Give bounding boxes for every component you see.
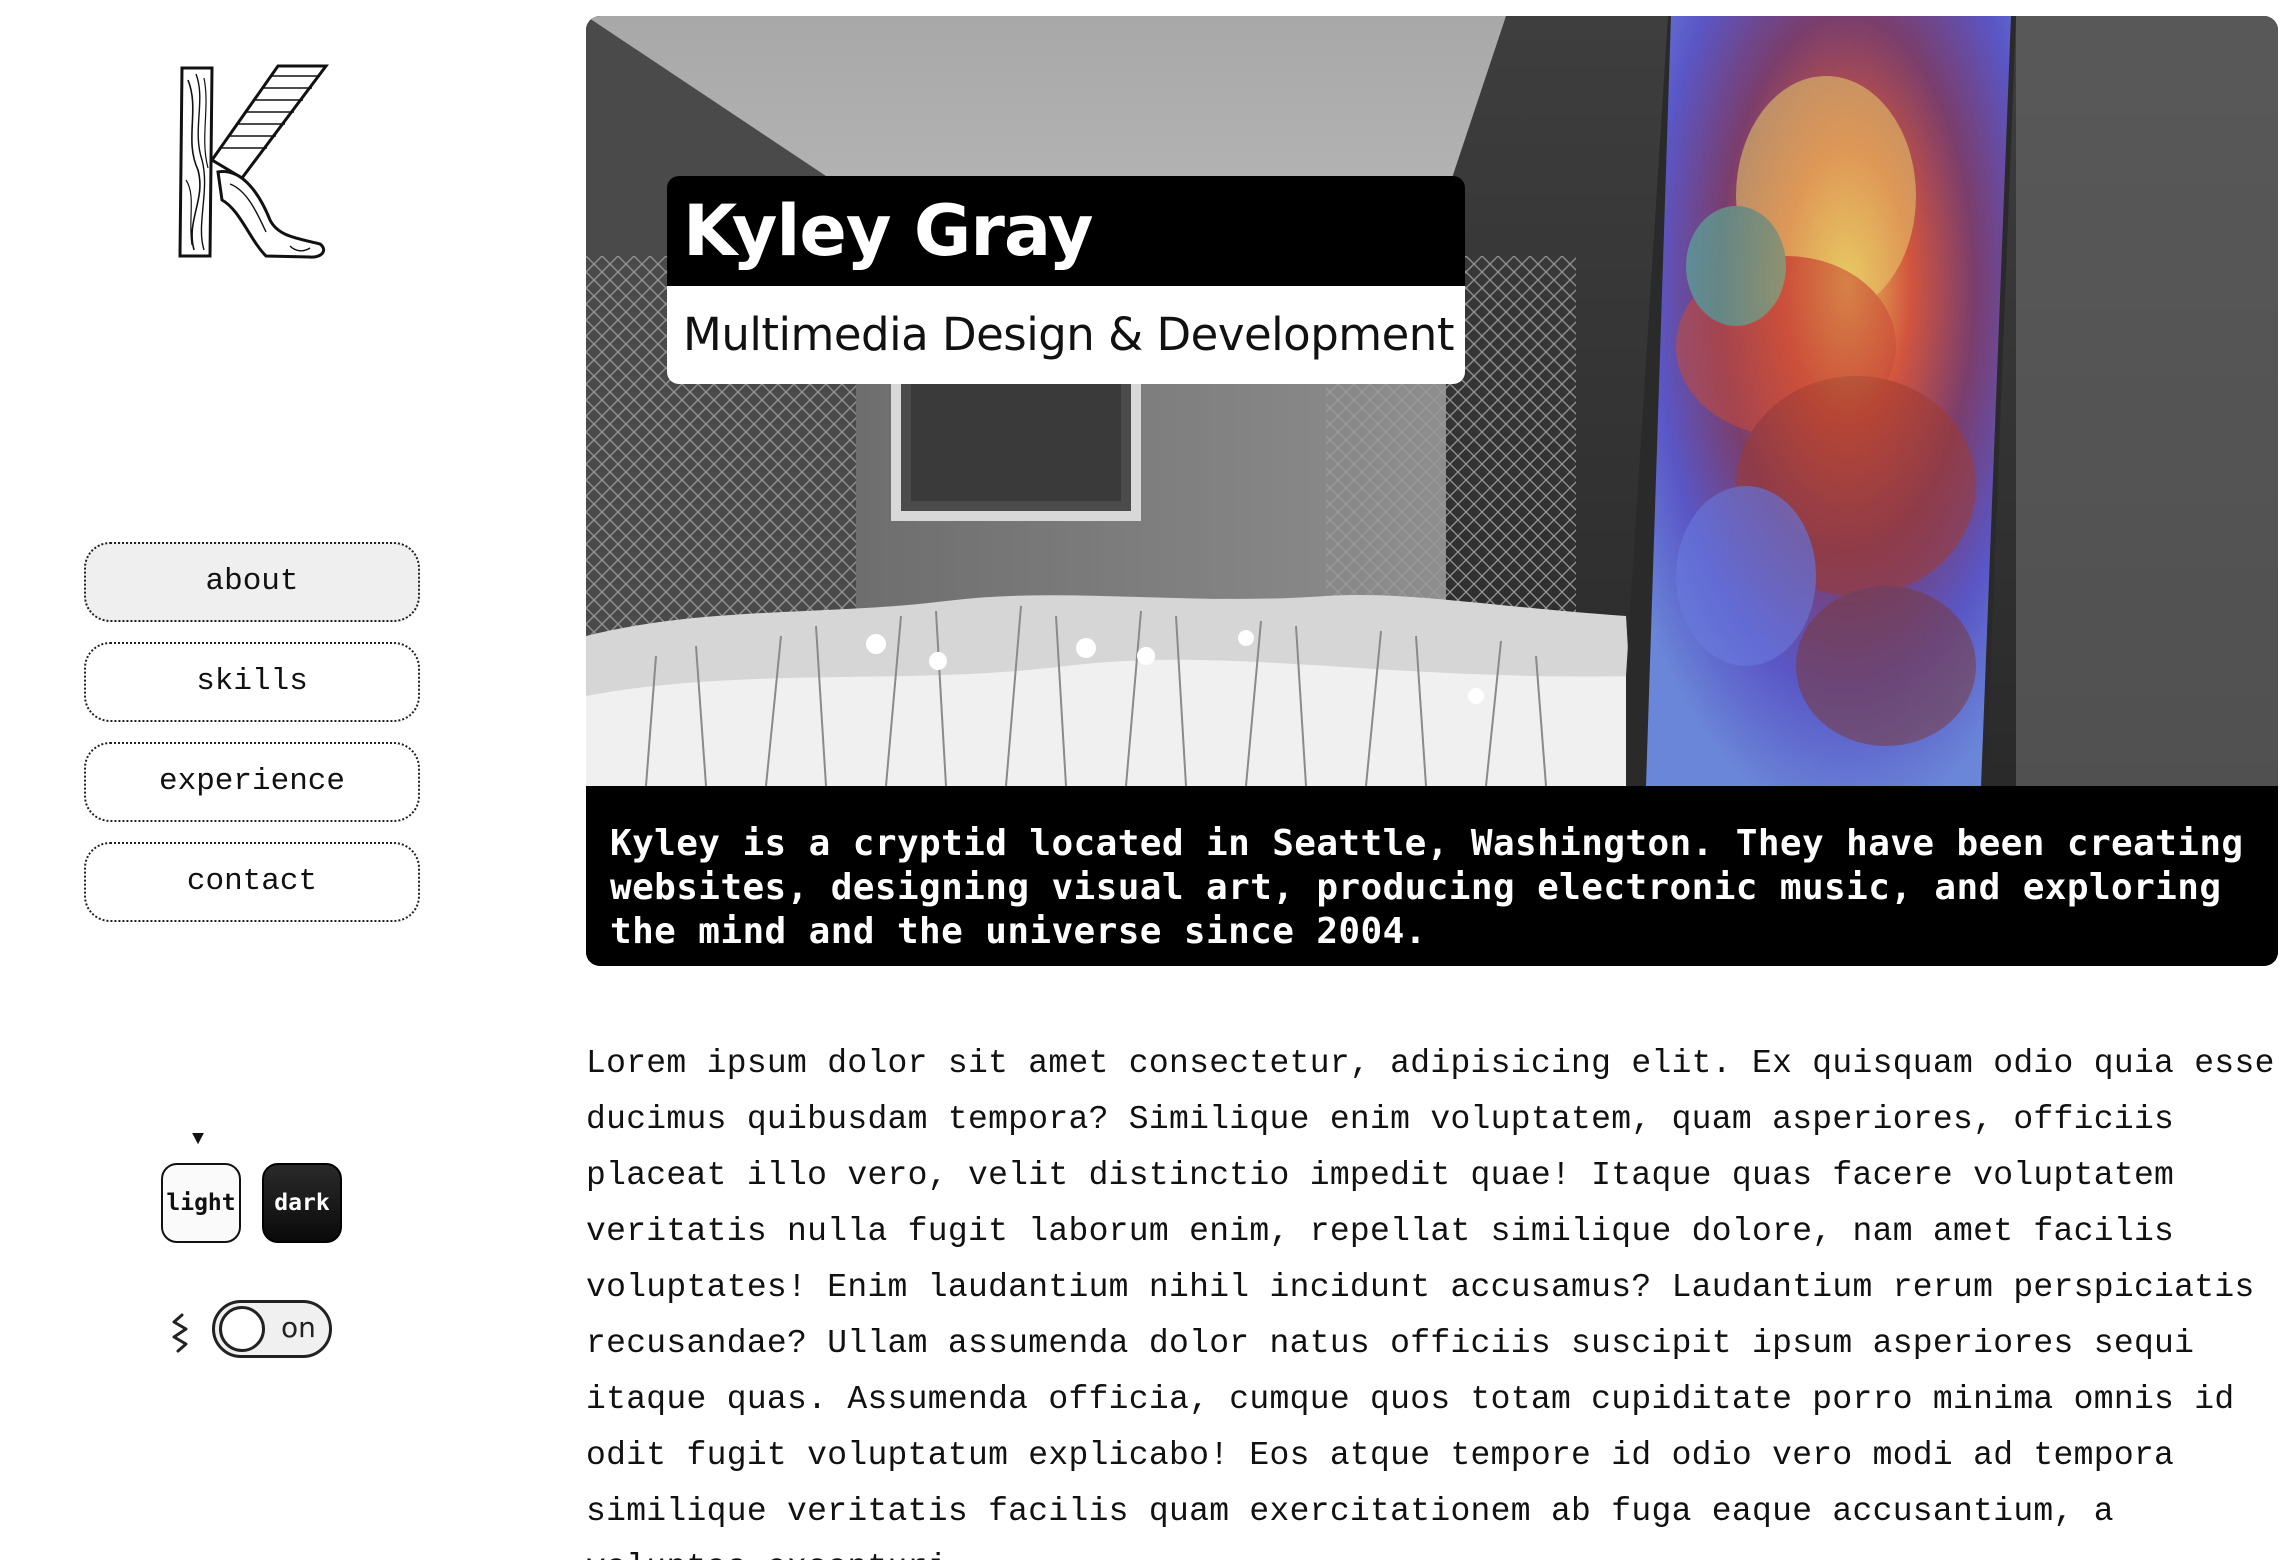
toggle-label: on — [281, 1311, 316, 1344]
hero-subtitle: Multimedia Design & Development — [667, 286, 1465, 384]
squiggle-icon — [172, 1313, 188, 1353]
motion-toggle[interactable]: on — [212, 1300, 332, 1358]
nav-item-skills[interactable]: skills — [84, 642, 420, 722]
hero-title-card: Kyley Gray Multimedia Design & Developme… — [667, 176, 1465, 384]
hero-banner: Kyley Gray Multimedia Design & Developme… — [586, 16, 2278, 966]
theme-selected-indicator-icon: ▼ — [192, 1128, 205, 1151]
about-paragraph: Lorem ipsum dolor sit amet consectetur, … — [586, 1045, 2275, 1560]
hero-name: Kyley Gray — [667, 176, 1465, 286]
nav-item-about[interactable]: about — [84, 542, 420, 622]
k-logo[interactable] — [170, 60, 330, 260]
nav-item-contact[interactable]: contact — [84, 842, 420, 922]
toggle-knob — [219, 1306, 265, 1352]
nav-item-experience[interactable]: experience — [84, 742, 420, 822]
theme-dark-button[interactable]: dark — [262, 1163, 342, 1243]
hero-bio: Kyley is a cryptid located in Seattle, W… — [586, 786, 2278, 966]
theme-light-button[interactable]: light — [161, 1163, 241, 1243]
hero-photo — [586, 16, 2278, 786]
sidebar: about skills experience contact ▼ light … — [0, 0, 500, 1560]
main-nav: about skills experience contact — [84, 542, 420, 942]
